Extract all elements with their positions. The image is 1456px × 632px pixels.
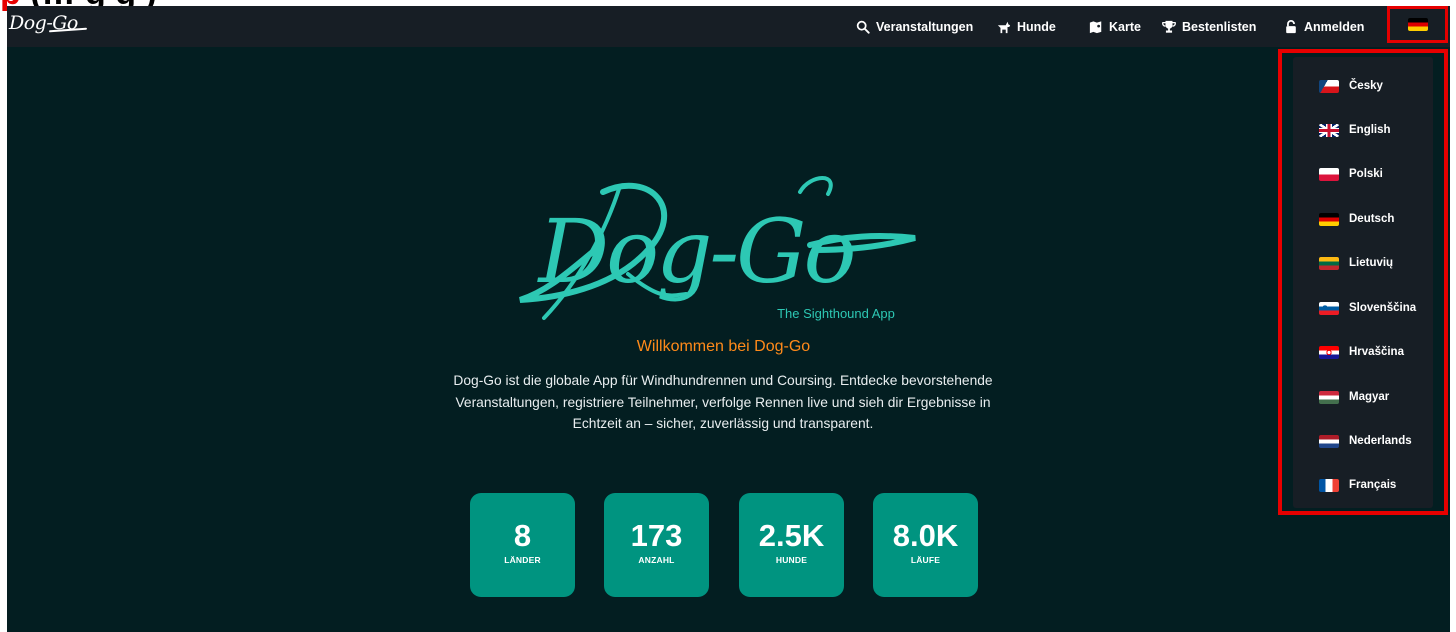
flag-lt-icon	[1319, 256, 1339, 270]
nav-item-karte[interactable]: Karte	[1089, 18, 1141, 36]
nav-item-label: Veranstaltungen	[876, 20, 974, 34]
language-option-fr[interactable]: Français	[1319, 476, 1396, 494]
language-option-label: Slovenščina	[1349, 302, 1417, 314]
stat-label: ANZAHL	[638, 555, 675, 565]
nav-item-hunde[interactable]: Hunde	[997, 18, 1056, 36]
trophy-icon	[1162, 20, 1176, 33]
dog-go-hero-logo: Dog-Go The Sighthound App	[519, 176, 916, 321]
flag-hu-icon	[1319, 390, 1339, 404]
dog-icon	[997, 21, 1011, 34]
nav-item-label: Anmelden	[1304, 20, 1365, 34]
flag-gb-icon	[1319, 123, 1339, 137]
app-window: Dog-Go Veranstaltungen Hunde Karte Beste…	[7, 6, 1450, 632]
flag-de-icon	[1319, 212, 1339, 226]
stat-value: 2.5K	[758, 518, 825, 553]
top-navbar: Dog-Go Veranstaltungen Hunde Karte Beste…	[7, 6, 1450, 47]
language-switcher-button[interactable]	[1387, 6, 1448, 43]
stat-card-dogs: 2.5K HUNDE	[739, 493, 844, 597]
stat-card-countries: 8 LÄNDER	[470, 493, 575, 597]
stat-card-runs: 8.0K LÄUFE	[873, 493, 978, 597]
stat-value: 173	[630, 518, 683, 553]
nav-item-label: Hunde	[1017, 20, 1056, 34]
stat-value: 8	[513, 518, 532, 553]
flag-si-icon	[1319, 301, 1339, 315]
language-option-label: Hrvaščina	[1349, 346, 1404, 358]
nav-item-veranstaltungen[interactable]: Veranstaltungen	[856, 18, 973, 36]
nav-item-anmelden[interactable]: Anmelden	[1284, 18, 1364, 36]
flag-pl-icon	[1319, 167, 1339, 181]
language-option-label: Français	[1349, 479, 1397, 491]
flag-fr-icon	[1319, 478, 1339, 492]
flag-de-icon	[1407, 18, 1428, 31]
language-option-hu[interactable]: Magyar	[1319, 388, 1389, 406]
stat-value: 8.0K	[892, 518, 959, 553]
language-option-de[interactable]: Deutsch	[1319, 210, 1394, 228]
nav-item-bestenlisten[interactable]: Bestenlisten	[1162, 18, 1256, 36]
brand-logo[interactable]: Dog-Go	[9, 12, 78, 42]
intro-paragraph: Dog-Go ist die globale App für Windhundr…	[453, 373, 993, 431]
language-option-lt[interactable]: Lietuvių	[1319, 254, 1393, 272]
flag-hr-icon	[1319, 345, 1339, 359]
language-option-nl[interactable]: Nederlands	[1319, 432, 1412, 450]
welcome-heading: Willkommen bei Dog-Go	[636, 338, 811, 355]
language-dropdown-menu: Česky English Polski Deutsch Lietuvių Sl…	[1293, 57, 1433, 508]
language-option-label: Lietuvių	[1349, 257, 1394, 269]
lock-icon	[1286, 20, 1296, 34]
search-icon	[856, 20, 870, 34]
stat-card-count: 173 ANZAHL	[604, 493, 709, 597]
language-dropdown-highlight: Česky English Polski Deutsch Lietuvių Sl…	[1278, 49, 1448, 515]
logo-text: Dog-Go	[537, 200, 854, 303]
language-option-label: Magyar	[1349, 391, 1390, 403]
stat-label: HUNDE	[775, 555, 808, 565]
language-option-hr[interactable]: Hrvaščina	[1319, 343, 1404, 361]
language-option-en[interactable]: English	[1319, 121, 1391, 139]
stat-label: LÄUFE	[910, 555, 941, 565]
language-option-label: English	[1349, 124, 1391, 136]
flag-cz-icon	[1319, 79, 1339, 93]
language-option-label: Česky	[1349, 80, 1383, 92]
map-icon	[1089, 21, 1102, 34]
nav-item-label: Bestenlisten	[1182, 20, 1257, 34]
flag-nl-icon	[1319, 434, 1339, 448]
language-option-label: Polski	[1349, 168, 1383, 180]
language-option-pl[interactable]: Polski	[1319, 165, 1383, 183]
stat-label: LÄNDER	[504, 555, 541, 565]
language-option-label: Deutsch	[1349, 213, 1395, 225]
language-option-label: Nederlands	[1349, 435, 1412, 447]
language-option-cs[interactable]: Česky	[1319, 77, 1383, 95]
logo-tagline: The Sighthound App	[777, 306, 895, 321]
language-option-sl[interactable]: Slovenščina	[1319, 299, 1416, 317]
nav-item-label: Karte	[1109, 20, 1141, 34]
